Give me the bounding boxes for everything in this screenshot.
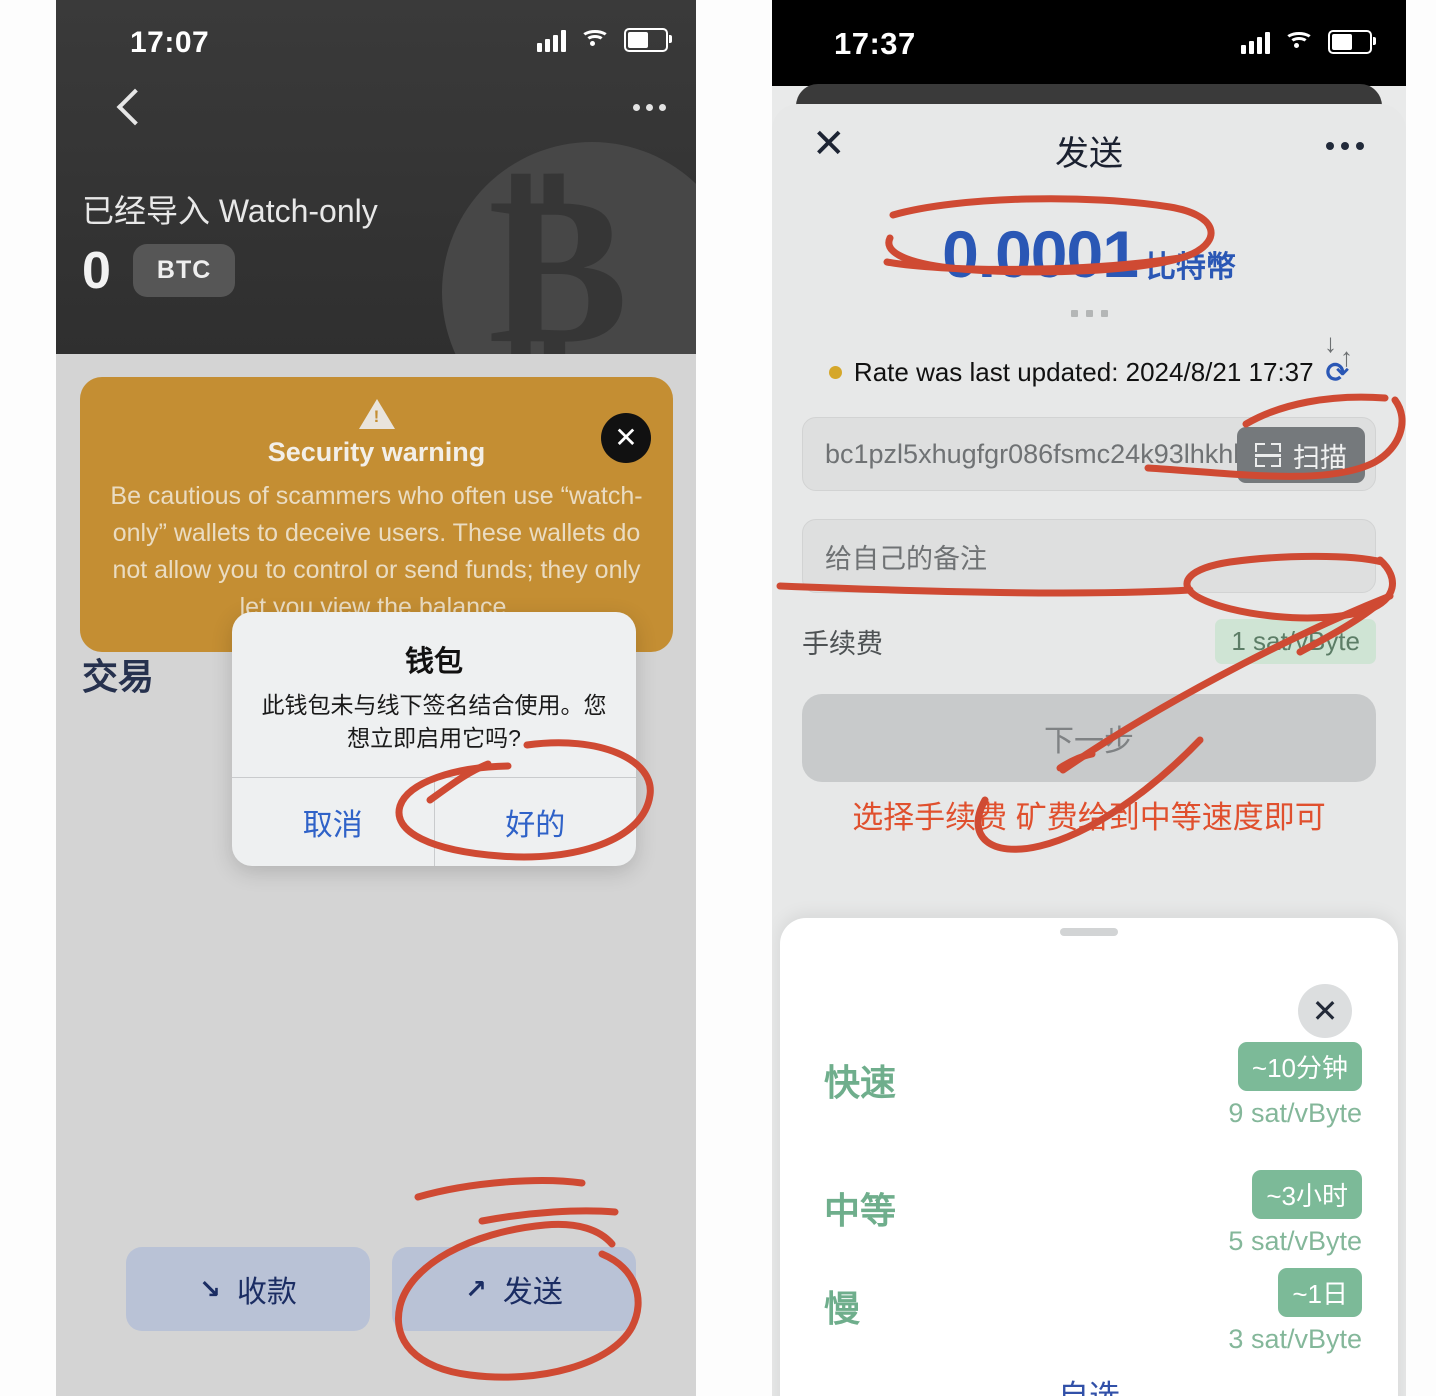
receive-button-label: 收款	[236, 1276, 297, 1309]
fee-option-medium[interactable]: 中等 ~3小时 5 sat/vByte	[824, 1170, 1362, 1257]
fee-option-name: 慢	[824, 1288, 861, 1329]
send-button[interactable]: ↗ 发送	[392, 1247, 636, 1331]
alert-cancel-button[interactable]: 取消	[232, 778, 434, 866]
left-wallet-header: ₿ 17:07 已经导入 Watch-only 0 BTC	[56, 0, 696, 354]
signal-bars-icon	[537, 28, 566, 52]
send-sheet-title: 发送	[1055, 135, 1123, 173]
wifi-icon	[580, 28, 610, 52]
fee-option-slow[interactable]: 慢 ~1日 3 sat/vByte	[824, 1268, 1362, 1355]
custom-fee-button[interactable]: 自选	[780, 1371, 1398, 1396]
fee-option-eta: ~10分钟	[1237, 1042, 1362, 1091]
rate-status-row: Rate was last updated: 2024/8/21 17:37 ⟳	[772, 356, 1406, 389]
left-phone-screen: ₿ 17:07 已经导入 Watch-only 0 BTC Se	[56, 0, 696, 1396]
fee-option-name: 快速	[824, 1062, 897, 1103]
screenshot-root: ₿ 17:07 已经导入 Watch-only 0 BTC Se	[0, 0, 1436, 1396]
amount-placeholder-dots	[772, 304, 1406, 322]
close-icon[interactable]: ✕	[1298, 984, 1352, 1038]
status-time: 17:37	[834, 26, 916, 61]
fee-row[interactable]: 手续费 1 sat/vByte	[802, 619, 1376, 664]
receive-button[interactable]: ↘ 收款	[126, 1247, 370, 1331]
wallet-name: 已经导入 Watch-only	[82, 193, 378, 229]
amount-currency: 比特幣	[1145, 251, 1236, 284]
rate-text: Rate was last updated: 2024/8/21 17:37	[853, 357, 1314, 387]
fee-option-rate: 9 sat/vByte	[1228, 1098, 1362, 1128]
send-button-label: 发送	[502, 1276, 563, 1309]
amount-display[interactable]: 0.0001 比特幣	[772, 216, 1406, 292]
close-icon[interactable]: ✕	[601, 413, 651, 463]
right-phone-screen: 17:37 ✕ 发送 0.0001 比特幣 ↓ ↑ Rate was last …	[772, 0, 1406, 1396]
wallet-action-bar: ↘ 收款 ↗ 发送	[126, 1247, 636, 1331]
note-placeholder: 给自己的备注	[825, 543, 987, 574]
security-warning-card: Security warning Be cautious of scammers…	[80, 377, 673, 652]
fee-option-eta: ~1日	[1278, 1268, 1362, 1317]
send-sheet: ✕ 发送 0.0001 比特幣 ↓ ↑ Rate was last updated…	[772, 104, 1406, 1396]
scan-button-label: 扫描	[1293, 442, 1347, 473]
security-warning-body: Be cautious of scammers who often use “w…	[110, 482, 643, 621]
fee-option-eta: ~3小时	[1252, 1170, 1362, 1219]
alert-confirm-button[interactable]: 好的	[433, 778, 637, 866]
status-time: 17:07	[130, 26, 210, 59]
more-horizontal-icon[interactable]	[633, 104, 666, 111]
security-warning-title: Security warning	[267, 437, 486, 467]
fee-picker-sheet: ✕ 快速 ~10分钟 9 sat/vByte 中等 ~3小时 5 sat/vBy…	[780, 918, 1398, 1396]
warning-triangle-icon	[358, 399, 395, 429]
status-dot-icon	[828, 366, 842, 379]
right-status-bar: 17:37	[772, 0, 1406, 86]
battery-icon	[1328, 30, 1376, 54]
fee-option-name: 中等	[824, 1190, 897, 1231]
signal-bars-icon	[1241, 30, 1270, 54]
amount-value: 0.0001	[942, 217, 1139, 291]
send-sheet-header: ✕ 发送	[772, 104, 1406, 200]
alert-message: 此钱包未与线下签名结合使用。您想立即启用它吗?	[261, 692, 607, 751]
more-horizontal-icon[interactable]	[1326, 142, 1364, 150]
wallet-currency-badge: BTC	[132, 244, 236, 297]
sheet-grabber-icon[interactable]	[1060, 928, 1118, 936]
transactions-heading: 交易	[82, 656, 155, 697]
scan-frame-icon	[1255, 443, 1281, 467]
wifi-icon	[1284, 30, 1314, 54]
refresh-icon[interactable]: ⟳	[1326, 356, 1349, 389]
fee-value-badge[interactable]: 1 sat/vByte	[1215, 619, 1376, 664]
wallet-balance-row: 0 BTC	[82, 241, 236, 300]
fee-option-fast[interactable]: 快速 ~10分钟 9 sat/vByte	[824, 1042, 1362, 1129]
bitcoin-logo-icon: ₿	[442, 142, 696, 354]
scan-button[interactable]: 扫描	[1237, 427, 1365, 483]
left-nav-bar	[56, 70, 696, 166]
battery-icon	[624, 28, 672, 52]
wallet-balance-value: 0	[82, 241, 111, 300]
arrow-down-left-icon: ↘	[199, 1273, 221, 1304]
wallet-alert-dialog: 钱包 此钱包未与线下签名结合使用。您想立即启用它吗? 取消 好的	[232, 612, 636, 866]
fee-option-rate: 3 sat/vByte	[1228, 1324, 1362, 1354]
annotation-hint-text: 选择手续费 矿费给到中等速度即可	[852, 800, 1326, 835]
fee-label: 手续费	[802, 629, 883, 659]
address-field[interactable]: bc1pzl5xhugfgr086fsmc24k93lhkhl227mxe...…	[802, 417, 1376, 491]
arrow-up-right-icon: ↗	[465, 1273, 487, 1304]
left-status-bar: 17:07	[56, 0, 696, 70]
amount-section: 0.0001 比特幣 ↓ ↑	[772, 200, 1406, 372]
fee-option-rate: 5 sat/vByte	[1228, 1226, 1362, 1256]
next-step-button[interactable]: 下一步	[802, 694, 1376, 782]
note-field[interactable]: 给自己的备注	[802, 519, 1376, 593]
back-chevron-icon[interactable]	[116, 88, 154, 126]
alert-title: 钱包	[404, 646, 463, 678]
